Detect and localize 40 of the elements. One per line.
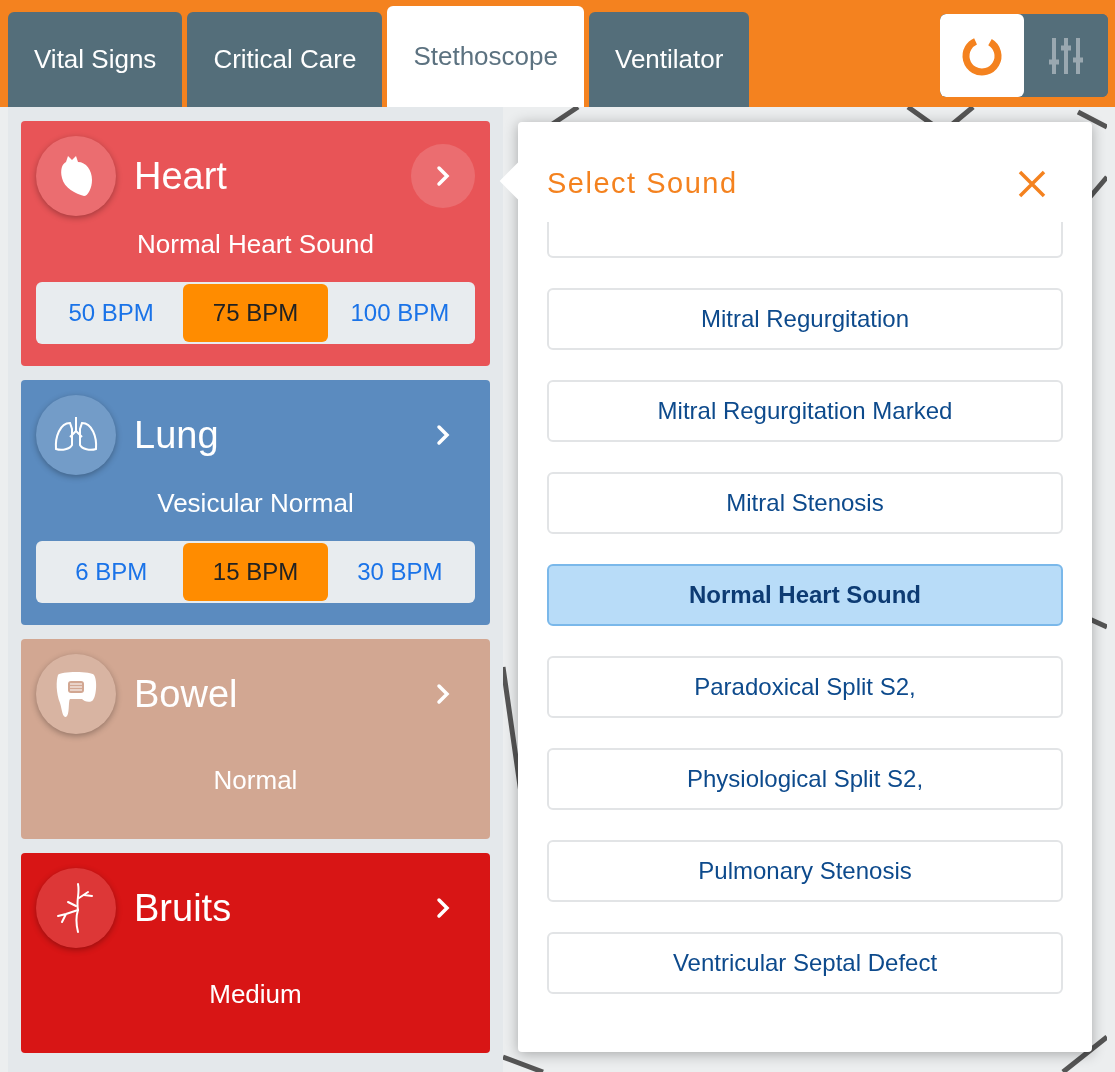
rate-option[interactable]: 6 BPM	[39, 543, 184, 601]
sliders-icon	[1046, 35, 1086, 76]
tab[interactable]: Ventilator	[588, 12, 750, 107]
sound-option[interactable]: Mitral Stenosis	[547, 472, 1063, 534]
rate-option[interactable]: 50 BPM	[39, 284, 184, 342]
intestine-icon	[54, 669, 98, 719]
card-title: Heart	[134, 153, 227, 199]
popover-title: Select Sound	[547, 166, 738, 202]
sound-option[interactable]: Pulmonary Stenosis	[547, 840, 1063, 902]
sound-option[interactable]: Mitral Regurgitation	[547, 288, 1063, 350]
sound-option[interactable]: Normal Heart Sound	[547, 564, 1063, 626]
card-title: Lung	[134, 412, 219, 458]
card-subtitle: Medium	[208, 978, 303, 1011]
chevron-right-icon	[436, 424, 450, 446]
chevron-right-icon	[436, 897, 450, 919]
tab[interactable]: Vital Signs	[8, 12, 183, 107]
sound-card[interactable]: Lung Vesicular Normal 6 BPM 15 BPM 30 BPM	[21, 380, 490, 625]
rate-option[interactable]: 30 BPM	[327, 543, 472, 601]
rate-option[interactable]: 75 BPM	[183, 284, 328, 342]
card-subtitle: Normal	[212, 764, 299, 797]
rate-option[interactable]: 15 BPM	[183, 543, 328, 601]
rate-option[interactable]: 100 BPM	[327, 284, 472, 342]
sound-option[interactable]: Physiological Split S2,	[547, 748, 1063, 810]
chevron-right-icon	[436, 683, 450, 705]
card-title: Bruits	[134, 885, 232, 931]
close-icon	[1018, 170, 1046, 198]
sound-option[interactable]: Mitral Regurgitation Marked	[547, 380, 1063, 442]
card-subtitle: Normal Heart Sound	[136, 228, 375, 261]
toggle-button[interactable]	[940, 14, 1024, 97]
sound-option[interactable]: Paradoxical Split S2,	[547, 656, 1063, 718]
heart-organ-icon	[58, 154, 94, 198]
sound-option[interactable]: Ventricular Septal Defect	[547, 932, 1063, 994]
card-subtitle: Vesicular Normal	[156, 487, 355, 520]
sound-card[interactable]: Bruits Medium	[21, 853, 490, 1053]
tab[interactable]: Critical Care	[187, 12, 383, 107]
tab[interactable]: Stethoscope	[387, 6, 584, 107]
close-button[interactable]	[1016, 168, 1048, 200]
card-title: Bowel	[134, 671, 238, 717]
chevron-right-icon	[436, 165, 450, 187]
sound-card[interactable]: Heart Normal Heart Sound 50 BPM 75 BPM 100 BPM	[21, 121, 490, 366]
